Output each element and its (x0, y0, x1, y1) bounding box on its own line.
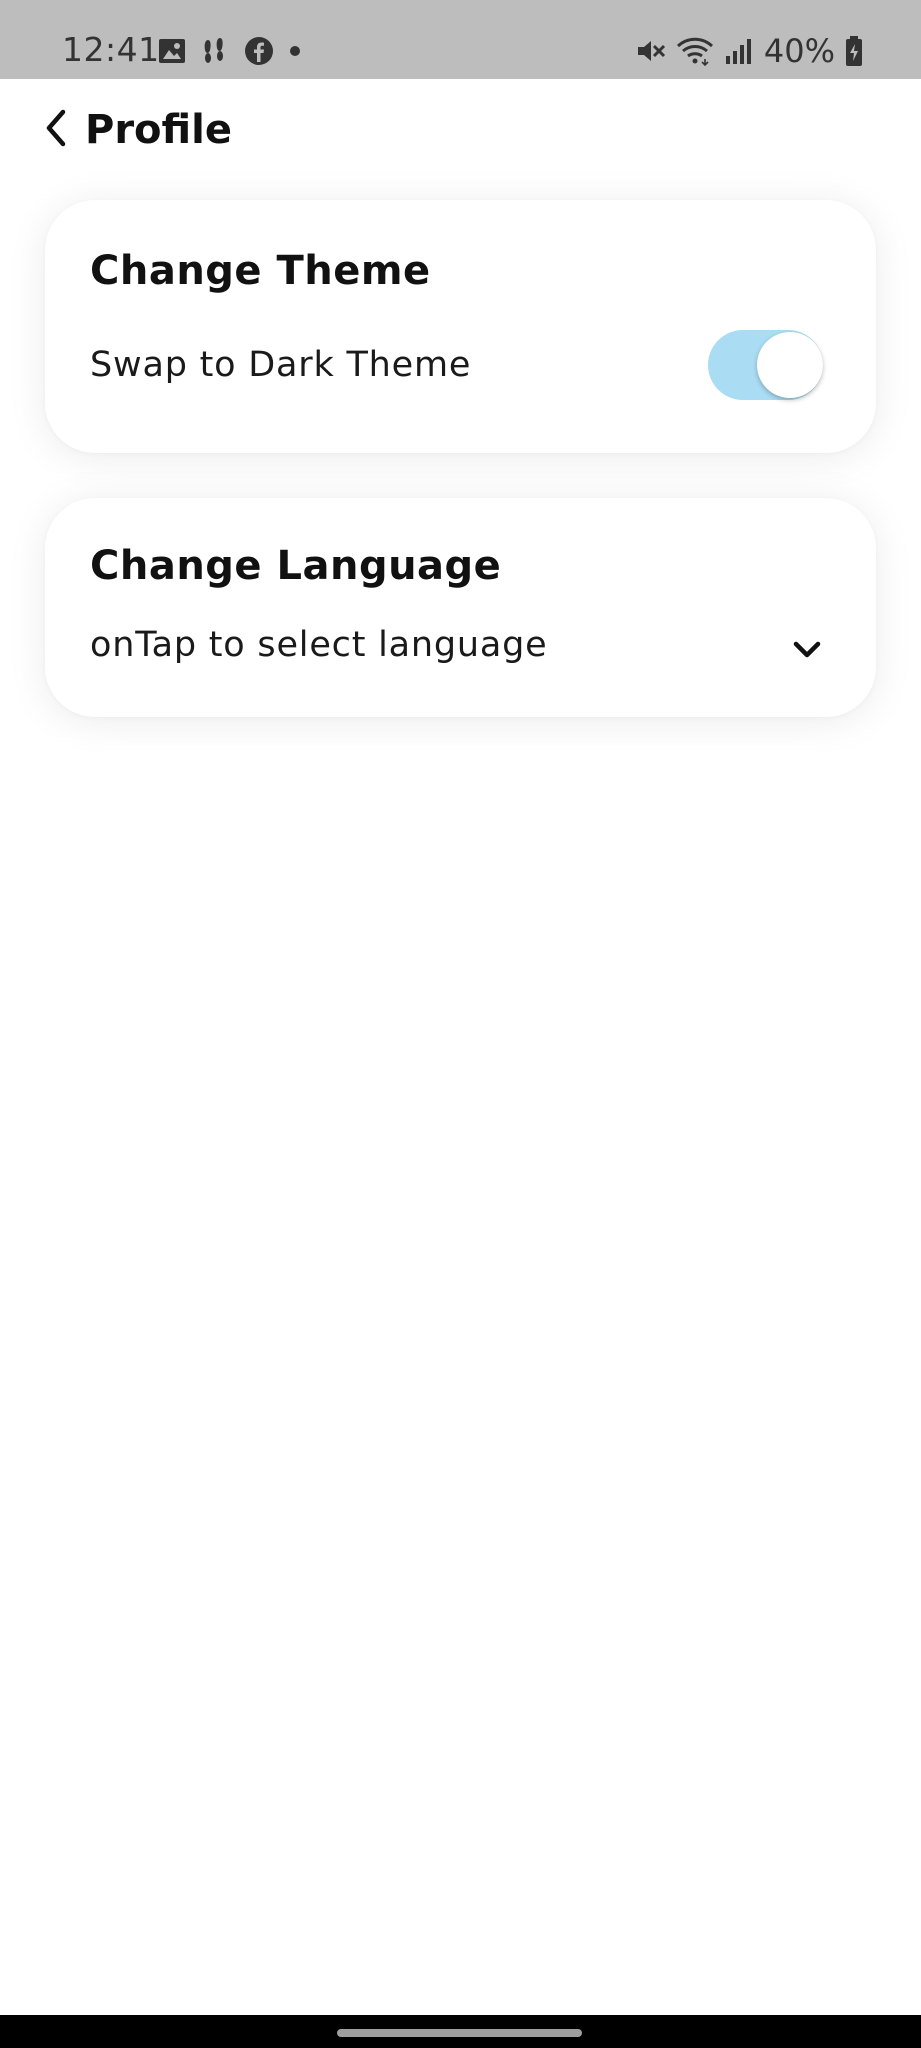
language-card[interactable]: Change Language onTap to select language (45, 498, 876, 717)
dark-theme-label: Swap to Dark Theme (90, 345, 472, 385)
home-indicator[interactable] (337, 2029, 582, 2037)
chevron-left-icon (46, 109, 66, 147)
dot-icon (290, 46, 300, 56)
battery-percent: 40% (763, 32, 835, 70)
chevron-down-icon (793, 641, 821, 658)
language-select-placeholder[interactable]: onTap to select language (90, 625, 548, 665)
status-time: 12:41 (62, 30, 160, 69)
page-title: Profile (85, 107, 233, 153)
theme-card-title: Change Theme (90, 248, 431, 294)
language-card-title: Change Language (90, 543, 502, 589)
profile-screen: 12:41 40% Profile Change Theme Swap to D… (0, 0, 921, 2048)
app-bar: Profile (0, 79, 921, 179)
vibrate-mute-icon (637, 41, 665, 61)
facebook-icon (245, 37, 273, 65)
battery-icon (846, 36, 862, 66)
image-icon (159, 39, 185, 63)
dark-theme-toggle[interactable] (708, 330, 823, 400)
theme-card: Change Theme Swap to Dark Theme (45, 200, 876, 453)
toggle-thumb (757, 332, 823, 398)
language-dropdown-button[interactable] (787, 630, 827, 670)
status-left-icons (158, 36, 302, 66)
system-nav-bar (0, 2015, 921, 2048)
activity-icon (204, 38, 223, 63)
status-right: 40% (634, 32, 863, 70)
status-bar: 12:41 40% (0, 0, 921, 79)
back-button[interactable] (36, 103, 76, 153)
signal-icon (725, 39, 751, 64)
wifi-icon (676, 37, 713, 67)
